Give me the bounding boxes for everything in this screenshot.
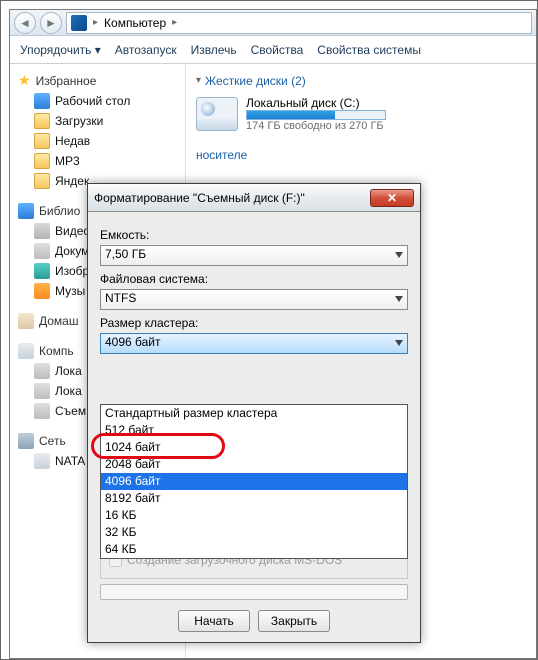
chevron-down-icon: ▾ [196,75,201,86]
cluster-option[interactable]: 8192 байт [101,490,407,507]
menu-eject[interactable]: Извлечь [191,43,237,57]
folder-icon [34,133,50,149]
drive-icon [34,403,50,419]
chevron-right-icon: ▸ [93,17,98,28]
doc-icon [34,243,50,259]
toolbar: Упорядочить ▾ Автозапуск Извлечь Свойств… [10,36,536,64]
format-dialog: Форматирование "Съемный диск (F:)" ✕ Емк… [87,183,421,643]
drive-icon [34,383,50,399]
drive-free-text: 174 ГБ свободно из 270 ГБ [246,120,386,132]
folder-icon [34,153,50,169]
video-icon [34,223,50,239]
cluster-label: Размер кластера: [100,316,408,330]
cluster-option[interactable]: 16 КБ [101,507,407,524]
homegroup-icon [18,313,34,329]
menu-organize[interactable]: Упорядочить ▾ [20,43,101,57]
cluster-option[interactable]: 64 КБ [101,541,407,558]
carriers-text: носителе [196,148,526,162]
libraries-icon [18,203,34,219]
sidebar-desktop[interactable]: Рабочий стол [16,91,179,111]
back-button[interactable]: ◄ [14,12,36,34]
forward-button[interactable]: ► [40,12,62,34]
close-button[interactable]: ✕ [370,189,414,207]
category-hard-drives[interactable]: ▾Жесткие диски (2) [196,74,306,88]
desktop-icon [34,93,50,109]
fs-select[interactable]: NTFS [100,289,408,310]
sidebar-mp3[interactable]: MP3 [16,151,179,171]
network-icon [18,433,34,449]
dialog-titlebar[interactable]: Форматирование "Съемный диск (F:)" ✕ [88,184,420,212]
cluster-option[interactable]: 32 КБ [101,524,407,541]
image-icon [34,263,50,279]
cluster-option[interactable]: Стандартный размер кластера [101,405,407,422]
hdd-icon [196,97,238,131]
fs-label: Файловая система: [100,272,408,286]
folder-icon [34,173,50,189]
breadcrumb-segment[interactable]: Компьютер [104,16,166,30]
capacity-bar [246,110,386,120]
address-bar[interactable]: ▸ Компьютер ▸ [66,12,532,34]
pc-icon [34,453,50,469]
sidebar-recent[interactable]: Недав [16,131,179,151]
star-icon: ★ [18,72,31,89]
start-button[interactable]: Начать [178,610,250,632]
computer-icon [71,15,87,31]
dialog-body: Емкость: 7,50 ГБ Файловая система: NTFS … [88,212,420,642]
folder-icon [34,113,50,129]
close-button-bottom[interactable]: Закрыть [258,610,330,632]
menu-autoplay[interactable]: Автозапуск [115,43,177,57]
cluster-option[interactable]: 512 байт [101,422,407,439]
cluster-select[interactable]: 4096 байт [100,333,408,354]
progress-bar [100,584,408,600]
menu-system-properties[interactable]: Свойства системы [317,43,421,57]
capacity-select[interactable]: 7,50 ГБ [100,245,408,266]
music-icon [34,283,50,299]
computer-icon [18,343,34,359]
chevron-right-icon: ▸ [172,17,177,28]
dialog-title: Форматирование "Съемный диск (F:)" [94,191,370,205]
sidebar-downloads[interactable]: Загрузки [16,111,179,131]
drive-name: Локальный диск (C:) [246,96,386,110]
capacity-label: Емкость: [100,228,408,242]
drive-item-c[interactable]: Локальный диск (C:) 174 ГБ свободно из 2… [196,96,526,132]
cluster-dropdown: Стандартный размер кластера 512 байт 102… [100,404,408,559]
cluster-option-selected[interactable]: 4096 байт [101,473,407,490]
cluster-option[interactable]: 1024 байт [101,439,407,456]
cluster-option[interactable]: 2048 байт [101,456,407,473]
menu-properties[interactable]: Свойства [251,43,304,57]
sidebar-favorites[interactable]: ★Избранное [16,70,179,91]
drive-icon [34,363,50,379]
address-bar-row: ◄ ► ▸ Компьютер ▸ [10,10,536,36]
close-icon: ✕ [387,191,397,205]
